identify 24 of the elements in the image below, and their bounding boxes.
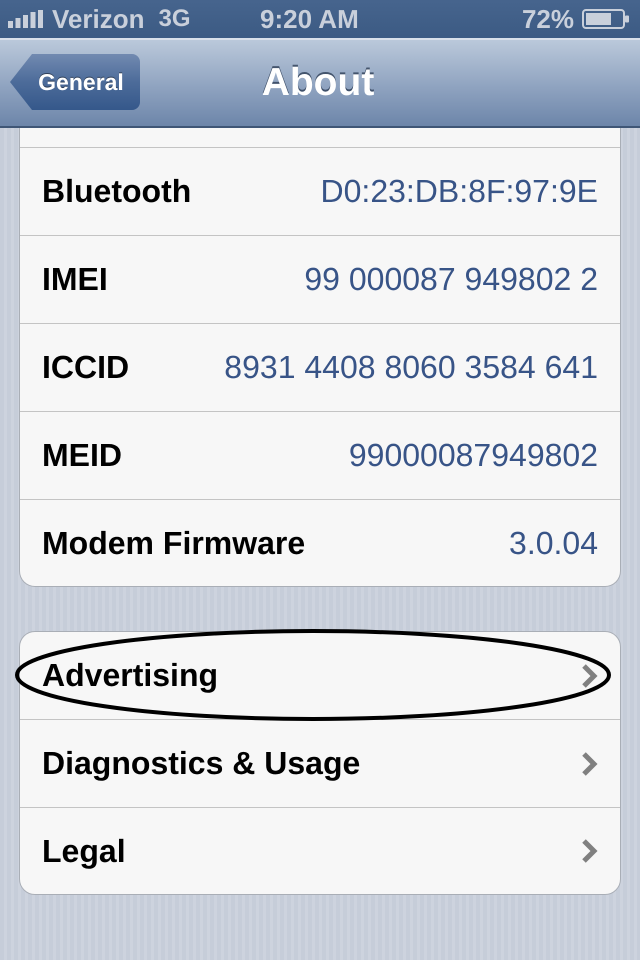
row-label: Bluetooth: [42, 173, 192, 210]
back-button[interactable]: General: [10, 54, 140, 110]
row-label: IMEI: [42, 261, 108, 298]
row-label: MEID: [42, 437, 122, 474]
row-label: Modem Firmware: [42, 524, 306, 562]
battery-percent: 72%: [522, 4, 574, 34]
row-value: 99000087949802: [348, 437, 598, 474]
row-value: 8931 4408 8060 3584 641: [224, 349, 598, 386]
row-label: ICCID: [42, 349, 130, 386]
row-value: 3.0.04: [509, 524, 598, 562]
row-value: 99 000087 949802 2: [304, 261, 598, 298]
screen-title: About: [262, 61, 374, 105]
carrier-name: Verizon: [52, 4, 144, 34]
row-value: D0:23:DB:8F:97:9E: [320, 173, 598, 210]
chevron-icon: [581, 750, 598, 776]
settings-row[interactable]: Legal: [20, 808, 620, 894]
battery-icon: [582, 9, 630, 29]
chevron-icon: [581, 838, 598, 864]
settings-row[interactable]: Diagnostics & Usage: [20, 720, 620, 808]
clock-time: 9:20 AM: [260, 4, 359, 34]
settings-row[interactable]: Advertising: [20, 632, 620, 720]
signal-bars-icon: [8, 10, 44, 28]
chevron-icon: [581, 662, 598, 688]
network-type: 3G: [158, 5, 190, 33]
